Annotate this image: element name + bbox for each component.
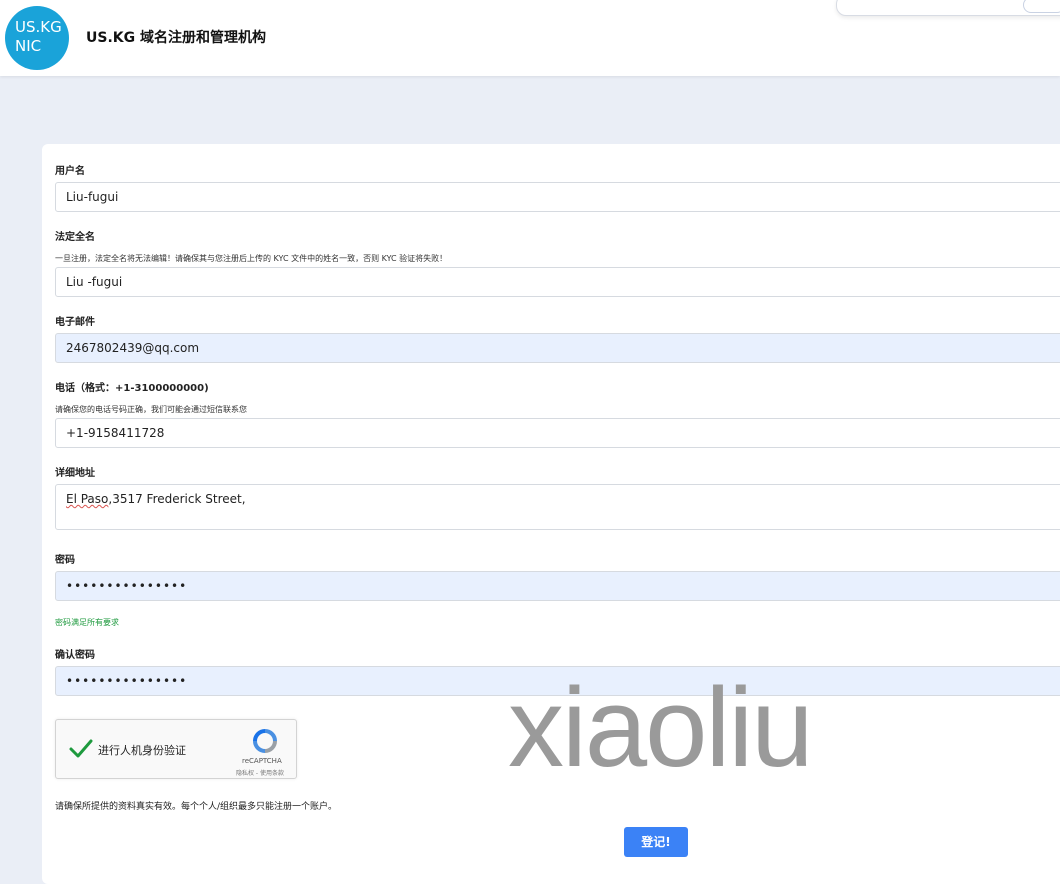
registration-notice: 请确保所提供的资料真实有效。每个个人/组织最多只能注册一个账户。 <box>55 802 338 812</box>
address-label: 详细地址 <box>55 468 95 479</box>
logo-line2: NIC <box>15 37 42 55</box>
site-title: US.KG 域名注册和管理机构 <box>86 30 266 46</box>
email-label: 电子邮件 <box>55 317 95 328</box>
site-header: US.KG NIC US.KG 域名注册和管理机构 <box>0 0 1060 76</box>
username-label: 用户名 <box>55 166 85 177</box>
password-input[interactable]: ••••••••••••••• <box>55 571 1060 601</box>
password-label: 密码 <box>55 555 75 566</box>
checkmark-icon[interactable] <box>68 736 94 762</box>
legal-name-label: 法定全名 <box>55 232 95 243</box>
address-value-part2: ,3517 Frederick Street, <box>108 492 246 506</box>
recaptcha-terms-link[interactable]: 隐私权 - 使用条款 <box>236 768 284 777</box>
legal-name-hint: 一旦注册，法定全名将无法编辑！请确保其与您注册后上传的 KYC 文件中的姓名一致… <box>55 254 448 263</box>
recaptcha-brand: reCAPTCHA <box>242 757 282 765</box>
watermark-text: xiaoliu <box>508 665 814 790</box>
site-logo[interactable]: US.KG NIC <box>5 6 69 70</box>
phone-hint: 请确保您的电话号码正确，我们可能会通过短信联系您 <box>55 405 247 414</box>
username-input[interactable]: Liu-fugui <box>55 182 1060 212</box>
phone-label: 电话（格式：+1-3100000000) <box>55 383 209 394</box>
address-textarea[interactable]: El Paso,3517 Frederick Street, <box>55 484 1060 530</box>
register-button[interactable]: 登记! <box>624 827 688 857</box>
email-input[interactable]: 2467802439@qq.com <box>55 333 1060 363</box>
phone-input[interactable]: +1-9158411728 <box>55 418 1060 448</box>
floating-panel <box>836 0 1060 16</box>
password-status: 密码满足所有要求 <box>55 618 119 627</box>
recaptcha-label: 进行人机身份验证 <box>98 744 186 757</box>
confirm-password-label: 确认密码 <box>55 650 95 661</box>
floating-panel-pill <box>1023 0 1060 13</box>
legal-name-input[interactable]: Liu -fugui <box>55 267 1060 297</box>
logo-line1: US.KG <box>15 18 62 36</box>
recaptcha-widget[interactable]: 进行人机身份验证 reCAPTCHA 隐私权 - 使用条款 <box>55 719 297 779</box>
address-value-part1: El Paso <box>66 492 109 506</box>
recaptcha-logo-icon <box>253 729 277 753</box>
